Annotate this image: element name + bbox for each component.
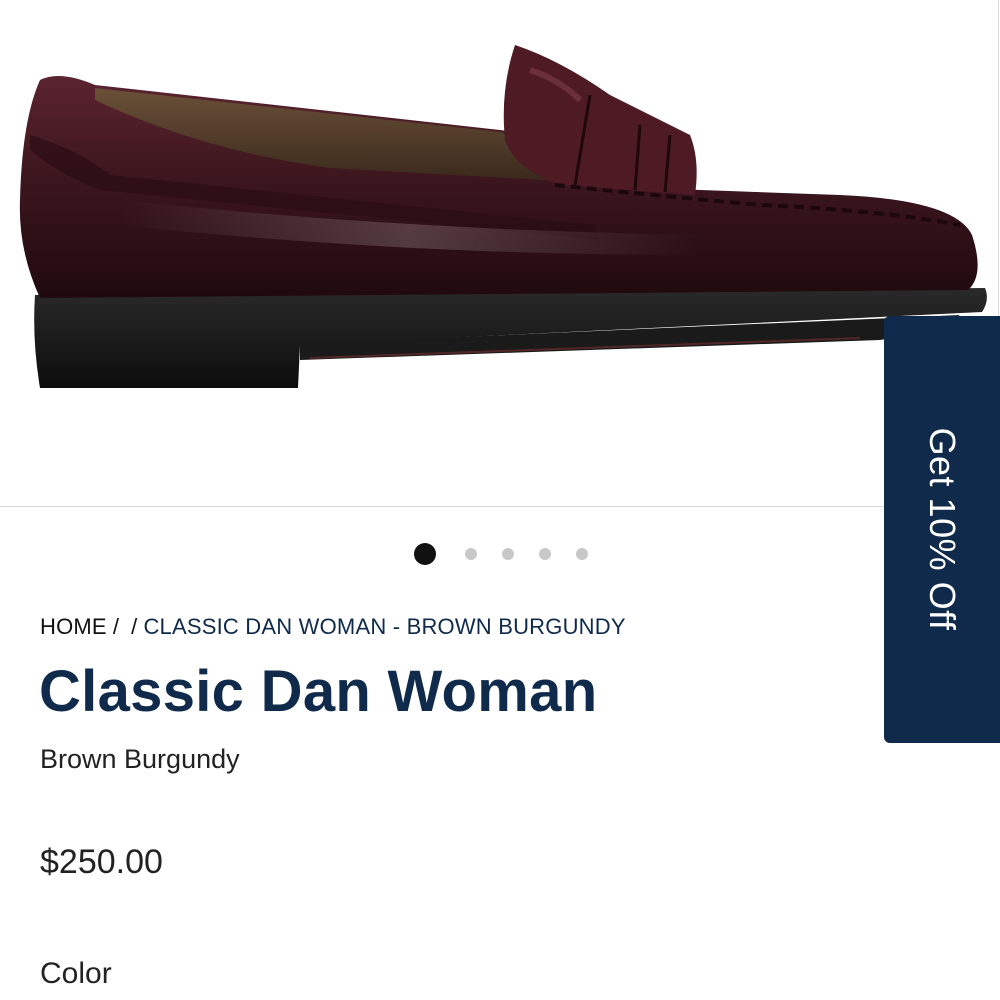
product-price: $250.00 [40,843,163,881]
carousel-pagination [414,542,613,566]
discount-promo-label: Get 10% Off [922,427,963,631]
product-title: Classic Dan Woman [39,659,598,724]
product-page: HOME / / CLASSIC DAN WOMAN - BROWN BURGUNDY… [0,0,1000,1000]
breadcrumb: HOME / / CLASSIC DAN WOMAN - BROWN BURGUNDY [40,614,626,640]
breadcrumb-current: CLASSIC DAN WOMAN - BROWN BURGUNDY [143,614,626,639]
color-section-label: Color [40,957,112,990]
carousel-dot-4[interactable] [539,548,551,560]
product-image[interactable] [0,0,998,506]
breadcrumb-home-link[interactable]: HOME [40,614,107,639]
carousel-dot-5[interactable] [576,548,588,560]
carousel-dot-2[interactable] [465,548,477,560]
carousel-dot-1[interactable] [414,543,436,565]
breadcrumb-separator: / [131,614,138,639]
product-image-gallery[interactable] [0,0,999,507]
discount-promo-tab[interactable]: Get 10% Off [884,316,1000,743]
carousel-dot-3[interactable] [502,548,514,560]
product-color-name: Brown Burgundy [40,744,240,774]
breadcrumb-separator: / [112,614,120,639]
